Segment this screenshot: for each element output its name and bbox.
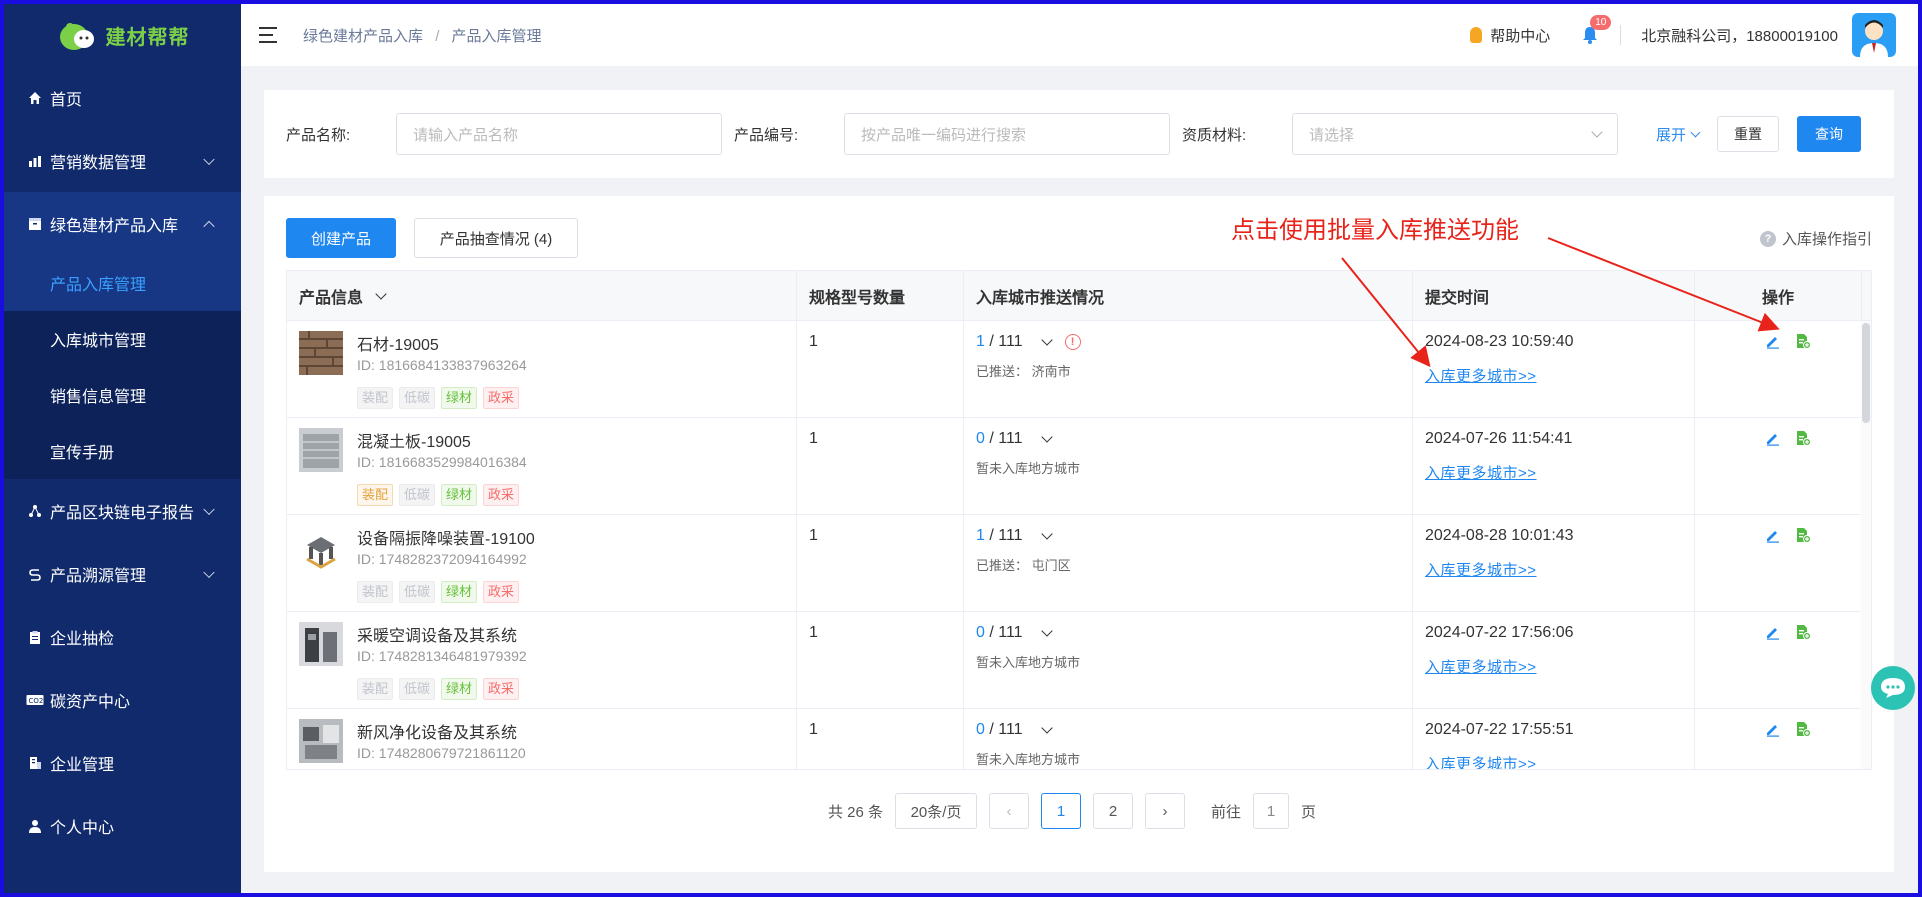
arrow-to-batch-push — [1547, 237, 1780, 332]
annotation-arrows — [1341, 237, 1780, 368]
arrow-to-more-cities — [1341, 257, 1431, 368]
